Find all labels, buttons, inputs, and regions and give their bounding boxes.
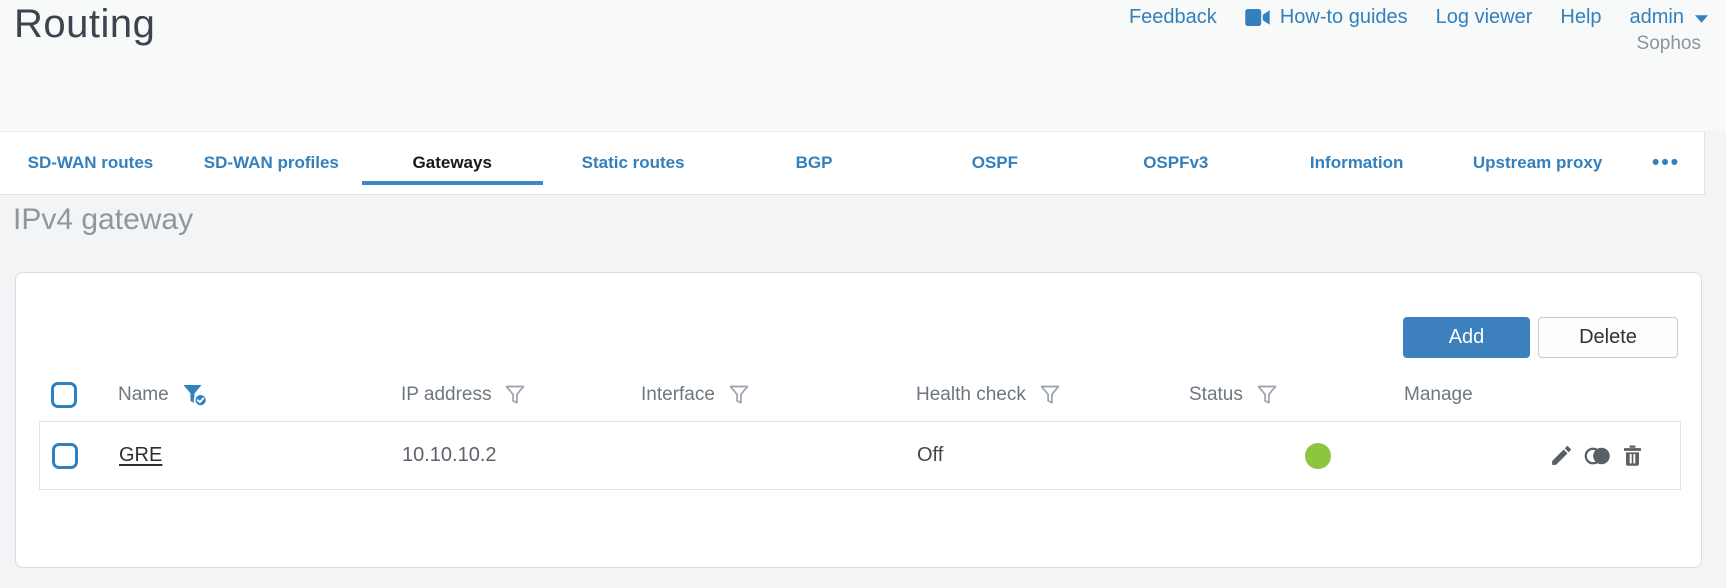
select-all-checkbox[interactable] <box>51 382 77 408</box>
video-camera-icon <box>1245 9 1270 26</box>
status-up-indicator <box>1305 442 1331 469</box>
funnel-icon[interactable] <box>1039 384 1061 406</box>
feedback-link[interactable]: Feedback <box>1129 6 1217 29</box>
chevron-down-icon <box>1695 15 1708 23</box>
row-checkbox[interactable] <box>52 442 78 469</box>
admin-menu[interactable]: admin <box>1630 6 1708 29</box>
help-label: Help <box>1560 6 1602 28</box>
log-viewer-link[interactable]: Log viewer <box>1436 6 1533 29</box>
header-cell-health-check: Health check <box>916 384 1189 406</box>
tab-ospf[interactable]: OSPF <box>904 132 1085 194</box>
tab-overflow-menu[interactable]: ••• <box>1628 132 1704 194</box>
row-cell-select <box>52 442 119 469</box>
add-button[interactable]: Add <box>1403 317 1530 358</box>
row-cell-status <box>1190 442 1405 469</box>
row-cell-health-check: Off <box>917 444 944 466</box>
ipv4-gateway-panel: Add Delete Name IP address Interface Hea… <box>15 272 1702 568</box>
funnel-check-icon[interactable] <box>182 383 208 408</box>
column-label-health-check: Health check <box>916 384 1026 405</box>
column-label-name: Name <box>118 384 169 405</box>
header-cell-name: Name <box>118 383 401 408</box>
tab-bgp[interactable]: BGP <box>724 132 905 194</box>
column-label-interface: Interface <box>641 384 715 405</box>
header-cell-ip-address: IP address <box>401 384 641 406</box>
delete-icon[interactable] <box>1620 443 1645 468</box>
column-label-manage: Manage <box>1404 384 1473 405</box>
header-cell-select <box>51 382 118 408</box>
tab-upstream-proxy[interactable]: Upstream proxy <box>1447 132 1628 194</box>
howto-guides-label: How-to guides <box>1279 6 1408 28</box>
page-header: Routing Feedback How-to guides Log viewe… <box>0 0 1726 131</box>
header-cell-interface: Interface <box>641 384 916 406</box>
tab-sd-wan-routes[interactable]: SD-WAN routes <box>0 132 181 194</box>
help-link[interactable]: Help <box>1560 6 1601 29</box>
table-actions: Add Delete <box>1403 317 1678 358</box>
tab-ospfv3[interactable]: OSPFv3 <box>1085 132 1266 194</box>
column-label-status: Status <box>1189 384 1243 405</box>
edit-icon[interactable] <box>1549 443 1574 468</box>
admin-label: admin <box>1629 6 1684 28</box>
howto-guides-link[interactable]: How-to guides <box>1245 6 1408 29</box>
ellipsis-icon: ••• <box>1651 151 1681 174</box>
header-cell-manage: Manage <box>1404 384 1701 406</box>
page-title: Routing <box>14 2 156 46</box>
feedback-label: Feedback <box>1128 6 1217 28</box>
funnel-icon[interactable] <box>728 384 750 406</box>
funnel-icon[interactable] <box>504 384 526 406</box>
tab-gateways[interactable]: Gateways <box>361 132 543 194</box>
log-viewer-label: Log viewer <box>1435 6 1533 28</box>
table-header: Name IP address Interface Health check S… <box>16 369 1701 421</box>
row-cell-manage <box>1549 443 1680 468</box>
funnel-icon[interactable] <box>1256 384 1278 406</box>
row-cell-ip-address: 10.10.10.2 <box>402 444 497 466</box>
utility-nav: Feedback How-to guides Log viewer Help a… <box>1129 6 1708 29</box>
tab-bar: SD-WAN routes SD-WAN profiles Gateways S… <box>0 131 1705 195</box>
delete-button[interactable]: Delete <box>1538 317 1678 358</box>
gateway-name-link[interactable]: GRE <box>119 444 162 467</box>
column-label-ip-address: IP address <box>401 384 492 405</box>
section-heading: IPv4 gateway <box>13 203 194 236</box>
tab-static-routes[interactable]: Static routes <box>543 132 724 194</box>
clone-icon[interactable] <box>1583 445 1611 467</box>
tab-information[interactable]: Information <box>1266 132 1447 194</box>
header-cell-status: Status <box>1189 384 1404 406</box>
tab-sd-wan-profiles[interactable]: SD-WAN profiles <box>181 132 362 194</box>
table-row: GRE 10.10.10.2 Off <box>39 421 1681 490</box>
brand-label: Sophos <box>1636 33 1701 54</box>
